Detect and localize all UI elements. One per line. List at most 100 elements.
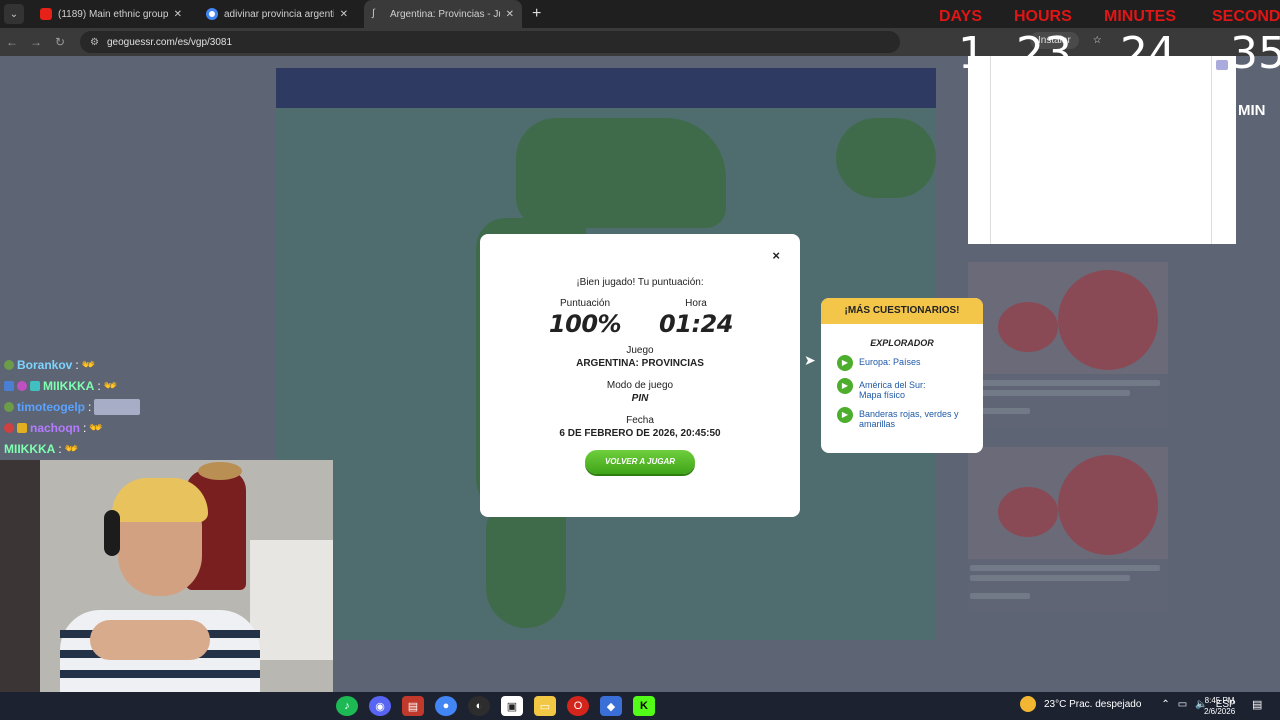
windows-taskbar: ♪ ◉ ▤ ● ◐ ▣ ▭ O ◆ K 23°C Prac. despejado… bbox=[0, 692, 1280, 720]
news-card[interactable] bbox=[968, 447, 1168, 612]
tab-youtube[interactable]: (1189) Main ethnic groups in A ✕ bbox=[32, 0, 190, 28]
news-text-line bbox=[970, 390, 1130, 396]
game-info: Juego ARGENTINA: PROVINCIAS bbox=[480, 345, 800, 369]
chat-separator: : bbox=[88, 399, 92, 414]
news-text-line bbox=[970, 593, 1030, 599]
tab-label: (1189) Main ethnic groups in A bbox=[58, 8, 168, 20]
stream-chat: Borankov : 👐 MIIKKKA : 👐 timoteogelp : n… bbox=[0, 354, 320, 459]
opera-icon[interactable]: O bbox=[567, 696, 589, 716]
webcam-person-hands bbox=[90, 620, 210, 660]
badge-icon bbox=[30, 380, 40, 391]
ad-choices-icon[interactable] bbox=[1216, 60, 1228, 70]
tab-seterra[interactable]: ∫ Argentina: Provincias - Juego d ✕ bbox=[364, 0, 522, 28]
chat-message: nachoqn : 👐 bbox=[0, 417, 320, 438]
hours-label: HOURS bbox=[1014, 8, 1072, 25]
news-text-line bbox=[970, 575, 1130, 581]
clock-time: 8:45 PM bbox=[1204, 696, 1235, 705]
quiz-link[interactable]: Banderas rojas, verdes y amarillas bbox=[859, 407, 969, 429]
game-value: ARGENTINA: PROVINCIAS bbox=[576, 358, 704, 369]
capcut-icon[interactable]: ▣ bbox=[501, 696, 523, 716]
forward-icon[interactable]: → bbox=[24, 35, 48, 49]
ad-inner bbox=[990, 56, 1212, 244]
chat-separator: : bbox=[75, 357, 79, 372]
chat-message: MIIKKKA : 👐 bbox=[0, 438, 320, 459]
spotify-icon[interactable]: ♪ bbox=[336, 696, 358, 716]
date-value: 6 DE FEBRERO DE 2026, 20:45:50 bbox=[559, 428, 721, 439]
chat-separator: : bbox=[58, 441, 62, 456]
network-icon[interactable]: ▭ bbox=[1178, 699, 1187, 710]
badge-icon bbox=[4, 401, 14, 412]
youtube-icon bbox=[40, 8, 52, 20]
clap-emote-icon: 👐 bbox=[89, 422, 104, 434]
min-label: MIN bbox=[1238, 102, 1266, 119]
obs-icon[interactable]: ◐ bbox=[468, 696, 490, 716]
quiz-link[interactable]: Europa: Países bbox=[859, 355, 921, 367]
site-header bbox=[276, 68, 936, 108]
app-icon[interactable]: ◆ bbox=[600, 696, 622, 716]
back-icon[interactable]: ← bbox=[0, 35, 24, 49]
mode-value: PIN bbox=[631, 393, 649, 404]
tab-label: adivinar provincia argentina - B bbox=[224, 8, 334, 20]
address-bar-row: ← → ↻ ⚙ geoguessr.com/es/vgp/3081 Instal… bbox=[0, 28, 1280, 56]
webcam-person-hair bbox=[112, 478, 208, 522]
chat-username: MIIKKKA bbox=[43, 378, 95, 393]
score-label: Puntuación bbox=[559, 298, 611, 309]
webcam-hat bbox=[198, 462, 242, 480]
more-quizzes-title: ¡MÁS CUESTIONARIOS! bbox=[821, 298, 983, 324]
seconds-value: 35 bbox=[1230, 28, 1280, 79]
quiz-link[interactable]: América del Sur: Mapa físico bbox=[859, 378, 939, 400]
quiz-link-item[interactable]: ▶ Europa: Países bbox=[821, 355, 983, 371]
news-card[interactable] bbox=[968, 262, 1168, 427]
results-modal: × ¡Bien jugado! Tu puntuación: Puntuació… bbox=[480, 234, 800, 517]
tab-search-button[interactable]: ⌄ bbox=[4, 4, 24, 24]
chrome-icon[interactable]: ● bbox=[435, 696, 457, 716]
webcam-curtain bbox=[0, 460, 40, 692]
news-image-shape bbox=[998, 302, 1058, 352]
time-stat: Hora 01:24 bbox=[636, 298, 756, 338]
quiz-link-item[interactable]: ▶ Banderas rojas, verdes y amarillas bbox=[821, 407, 983, 429]
replay-button[interactable]: VOLVER A JUGAR bbox=[585, 450, 695, 474]
image-emote-icon bbox=[94, 398, 141, 415]
webcam-overlay bbox=[0, 460, 333, 692]
days-label: DAYS bbox=[939, 8, 982, 25]
close-button[interactable]: × bbox=[772, 248, 780, 263]
bookmark-star-icon[interactable]: ☆ bbox=[1093, 35, 1102, 46]
notifications-icon[interactable]: ▤ bbox=[1252, 698, 1262, 711]
chat-message: Borankov : 👐 bbox=[0, 354, 320, 375]
quiz-link-item[interactable]: ▶ América del Sur: Mapa físico bbox=[821, 378, 983, 400]
chat-username: Borankov bbox=[17, 357, 73, 372]
time-value: 01:24 bbox=[659, 310, 733, 338]
reload-icon[interactable]: ↻ bbox=[48, 35, 72, 49]
chat-message: timoteogelp : bbox=[0, 396, 320, 417]
taskbar-clock[interactable]: 8:45 PM 2/6/2026 bbox=[1204, 695, 1235, 717]
clock-date: 2/6/2026 bbox=[1204, 707, 1236, 716]
file-explorer-icon[interactable]: ▭ bbox=[534, 696, 556, 716]
score-stat: Puntuación 100% bbox=[525, 298, 645, 338]
clap-emote-icon: 👐 bbox=[81, 359, 96, 371]
date-label: Fecha bbox=[626, 415, 654, 426]
chevron-up-icon[interactable]: ⌃ bbox=[1161, 699, 1169, 710]
weather-text[interactable]: 23°C Prac. despejado bbox=[1044, 699, 1141, 710]
url-input[interactable]: ⚙ geoguessr.com/es/vgp/3081 bbox=[80, 31, 900, 53]
new-tab-button[interactable]: + bbox=[532, 5, 541, 23]
play-icon: ▶ bbox=[837, 378, 853, 394]
close-icon[interactable]: ✕ bbox=[506, 9, 514, 20]
chat-username: MIIKKKA bbox=[4, 441, 56, 456]
chat-username: nachoqn bbox=[30, 420, 80, 435]
headset-icon bbox=[104, 510, 120, 556]
voicemeeter-icon[interactable]: ▤ bbox=[402, 696, 424, 716]
badge-icon bbox=[4, 422, 14, 433]
time-label: Hora bbox=[685, 298, 707, 309]
site-info-icon[interactable]: ⚙ bbox=[90, 37, 99, 48]
score-value: 100% bbox=[548, 310, 622, 338]
weather-icon[interactable] bbox=[1020, 696, 1036, 712]
badge-icon bbox=[17, 380, 27, 391]
chat-separator: : bbox=[83, 420, 87, 435]
close-icon[interactable]: ✕ bbox=[340, 9, 348, 20]
discord-icon[interactable]: ◉ bbox=[369, 696, 391, 716]
tab-google[interactable]: adivinar provincia argentina - B ✕ bbox=[198, 0, 356, 28]
play-icon: ▶ bbox=[837, 355, 853, 371]
map-land bbox=[836, 118, 936, 198]
close-icon[interactable]: ✕ bbox=[174, 9, 182, 20]
kick-icon[interactable]: K bbox=[633, 696, 655, 716]
